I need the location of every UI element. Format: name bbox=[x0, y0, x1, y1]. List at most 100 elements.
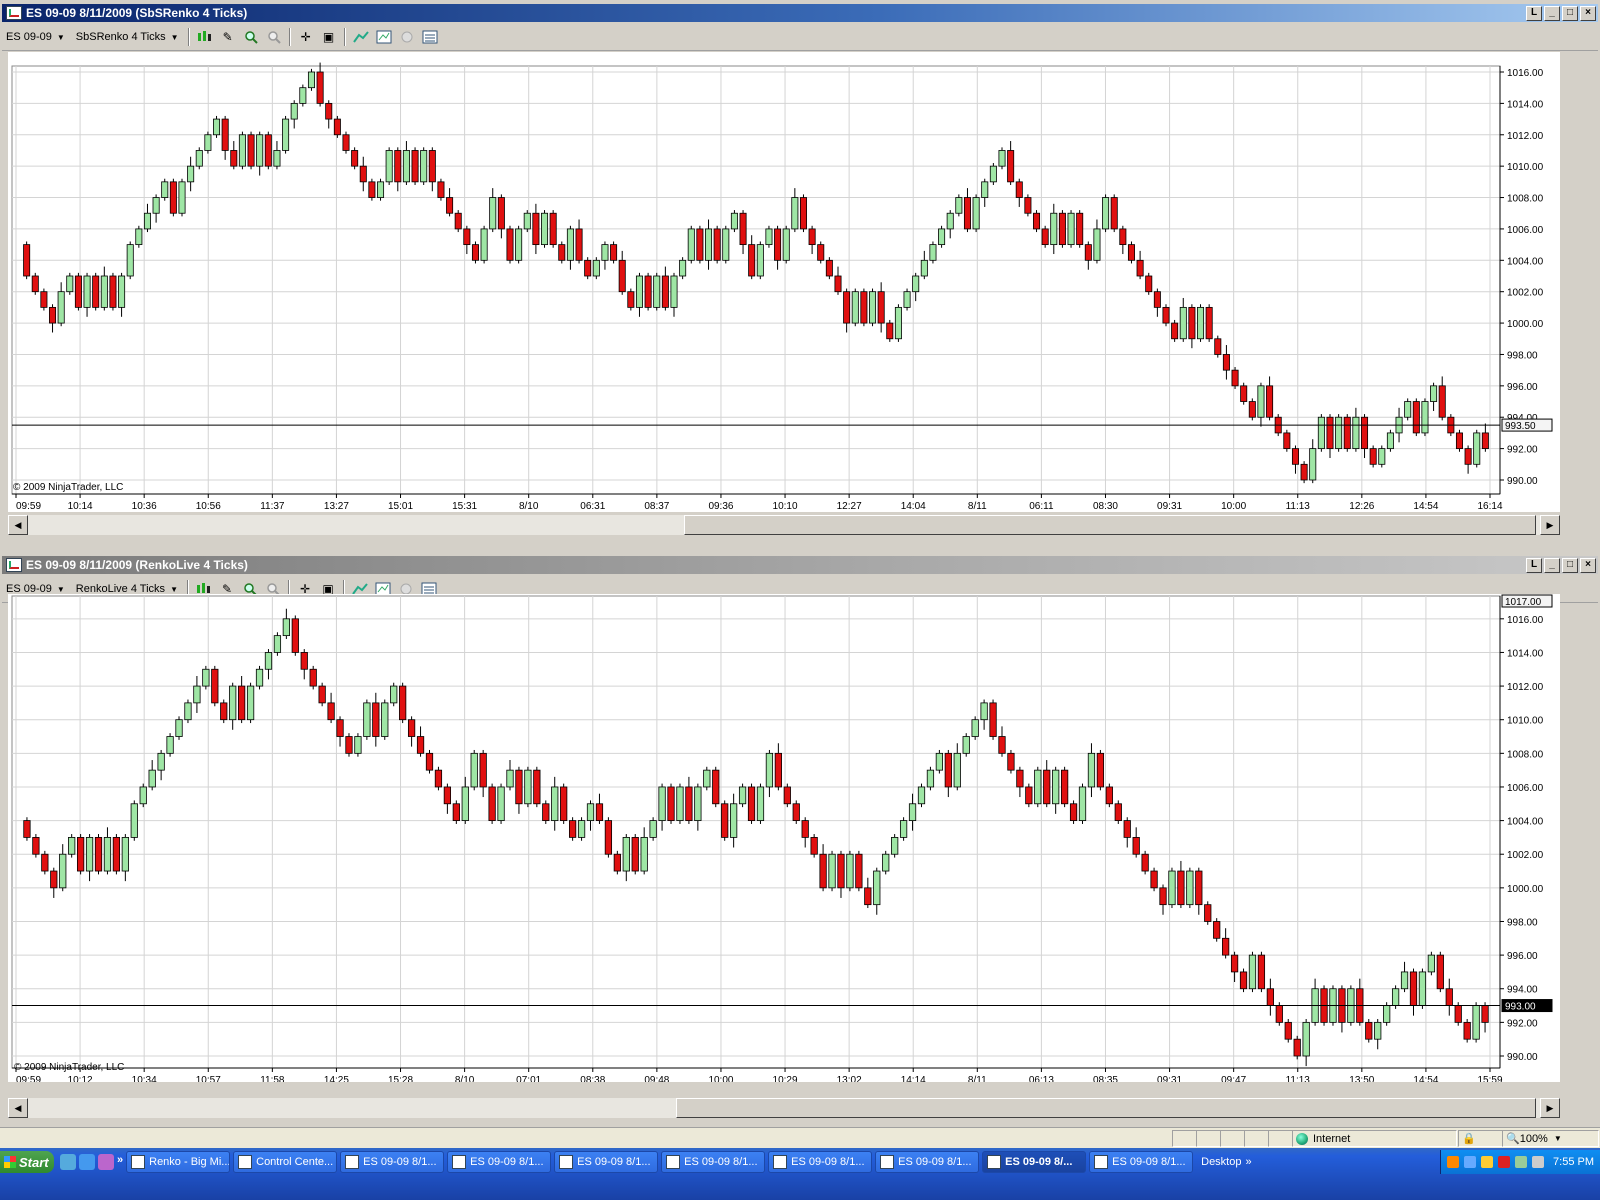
y-tick-label: 1014.00 bbox=[1507, 648, 1544, 659]
taskbar-button[interactable]: ES 09-09 8/1... bbox=[340, 1151, 445, 1173]
down-candle bbox=[1326, 414, 1334, 459]
up-candle bbox=[85, 834, 94, 882]
down-candle bbox=[1248, 398, 1256, 421]
title-bar[interactable]: ES 09-09 8/11/2009 (RenkoLive 4 Ticks) L… bbox=[2, 556, 1598, 574]
down-candle bbox=[532, 203, 540, 255]
data-box-icon[interactable] bbox=[420, 27, 440, 47]
minimize-button[interactable]: _ bbox=[1544, 5, 1560, 21]
ie-icon[interactable] bbox=[60, 1154, 76, 1170]
taskbar-button[interactable]: ES 09-09 8/1... bbox=[1089, 1151, 1194, 1173]
taskbar-button-active[interactable]: ES 09-09 8/... bbox=[982, 1151, 1087, 1173]
security-zone[interactable]: Internet bbox=[1292, 1130, 1457, 1147]
indicators-icon[interactable] bbox=[351, 27, 371, 47]
down-candle bbox=[211, 665, 219, 707]
properties-icon[interactable]: ▣ bbox=[319, 27, 339, 47]
candlestick-chart[interactable]: 1016.00 1014.00 1012.00 1010.00 1008.00 1006.… bbox=[8, 52, 1560, 512]
start-button[interactable]: Start bbox=[0, 1151, 54, 1173]
drawing-tool-icon[interactable]: ✎ bbox=[218, 27, 238, 47]
up-candle bbox=[515, 225, 523, 264]
strategies-icon[interactable] bbox=[374, 27, 394, 47]
window-title: ES 09-09 8/11/2009 (RenkoLive 4 Ticks) bbox=[26, 558, 248, 572]
taskbar-button[interactable]: ES 09-09 8/1... bbox=[875, 1151, 980, 1173]
top-price-tag: 1017.00 bbox=[1501, 594, 1553, 608]
disabled-circle-icon[interactable] bbox=[397, 27, 417, 47]
down-candle bbox=[49, 304, 57, 333]
chevron-down-icon: ▼ bbox=[170, 32, 179, 42]
taskbar-button[interactable]: ES 09-09 8/1... bbox=[554, 1151, 659, 1173]
tray-icon[interactable] bbox=[1498, 1156, 1511, 1168]
crosshair-icon[interactable]: ✛ bbox=[296, 27, 316, 47]
app-icon[interactable] bbox=[98, 1154, 114, 1170]
down-candle bbox=[783, 783, 791, 808]
up-candle bbox=[738, 783, 747, 808]
maximize-button[interactable]: □ bbox=[1562, 5, 1578, 21]
bartype-select[interactable]: SbSRenko 4 Ticks ▼ bbox=[72, 27, 183, 47]
taskbar-button[interactable]: Control Cente... bbox=[233, 1151, 338, 1173]
down-candle bbox=[454, 210, 462, 233]
up-candle bbox=[601, 241, 609, 270]
tray-icon[interactable] bbox=[1481, 1156, 1494, 1168]
x-tick-label: 8/10 bbox=[455, 1075, 475, 1082]
scroll-thumb[interactable] bbox=[684, 515, 1536, 535]
desktop-toolbar[interactable]: Desktop» bbox=[1201, 1156, 1251, 1168]
tray-icon[interactable] bbox=[1532, 1156, 1545, 1168]
horizontal-scrollbar[interactable]: ◀ ▶ bbox=[8, 515, 1560, 535]
down-candle bbox=[542, 800, 550, 824]
price-chart-panel[interactable]: 1016.00 1014.00 1012.00 1010.00 1008.00 1006.… bbox=[8, 594, 1560, 1082]
x-tick-label: 10:12 bbox=[68, 1075, 93, 1082]
clock[interactable]: 7:55 PM bbox=[1553, 1156, 1594, 1168]
down-candle bbox=[685, 776, 693, 824]
taskbar-button[interactable]: ES 09-09 8/1... bbox=[768, 1151, 873, 1173]
minimize-button[interactable]: _ bbox=[1544, 557, 1560, 573]
scroll-left-icon[interactable]: ◀ bbox=[8, 1098, 28, 1118]
windows-logo-icon bbox=[4, 1156, 16, 1168]
candlestick-chart[interactable]: 1016.00 1014.00 1012.00 1010.00 1008.00 1006.… bbox=[8, 594, 1560, 1082]
horizontal-scrollbar[interactable]: ◀ ▶ bbox=[8, 1098, 1560, 1118]
scroll-thumb[interactable] bbox=[676, 1098, 1536, 1118]
up-candle bbox=[935, 749, 944, 774]
tray-icon[interactable] bbox=[1447, 1156, 1460, 1168]
scroll-right-icon[interactable]: ▶ bbox=[1540, 515, 1560, 535]
link-button[interactable]: L bbox=[1526, 557, 1542, 573]
down-candle bbox=[318, 682, 326, 707]
y-tick-label: 1002.00 bbox=[1507, 850, 1544, 861]
x-tick-label: 14:54 bbox=[1413, 501, 1438, 512]
up-candle bbox=[130, 800, 138, 841]
up-candle bbox=[1473, 429, 1481, 468]
browser-icon[interactable] bbox=[79, 1154, 95, 1170]
scroll-left-icon[interactable]: ◀ bbox=[8, 515, 28, 535]
up-candle bbox=[722, 225, 730, 264]
close-button[interactable]: × bbox=[1580, 557, 1596, 573]
zoom-level[interactable]: 🔍 100% ▼ bbox=[1502, 1130, 1599, 1147]
maximize-button[interactable]: □ bbox=[1562, 557, 1578, 573]
up-candle bbox=[917, 783, 926, 808]
chart-window-renkolive[interactable]: ES 09-09 8/11/2009 (RenkoLive 4 Ticks) L… bbox=[0, 552, 1600, 1147]
title-bar[interactable]: ES 09-09 8/11/2009 (SbSRenko 4 Ticks) L … bbox=[2, 4, 1598, 22]
up-candle bbox=[828, 850, 836, 892]
chart-style-icon[interactable] bbox=[195, 27, 215, 47]
scroll-right-icon[interactable]: ▶ bbox=[1540, 1098, 1560, 1118]
zoom-in-icon[interactable] bbox=[241, 27, 261, 47]
up-candle bbox=[1378, 445, 1386, 468]
price-chart-panel[interactable]: 1016.00 1014.00 1012.00 1010.00 1008.00 1006.… bbox=[8, 52, 1560, 512]
x-tick-label: 8/11 bbox=[968, 1075, 987, 1082]
down-candle bbox=[1084, 241, 1092, 270]
link-button[interactable]: L bbox=[1526, 5, 1542, 21]
chevron-right-icon[interactable]: » bbox=[117, 1154, 123, 1170]
y-tick-label: 1010.00 bbox=[1507, 162, 1544, 173]
up-candle bbox=[166, 733, 174, 757]
taskbar-button[interactable]: ES 09-09 8/1... bbox=[447, 1151, 552, 1173]
up-candle bbox=[103, 827, 112, 875]
protected-mode[interactable]: 🔒 bbox=[1458, 1130, 1503, 1147]
taskbar-button[interactable]: Renko - Big Mi... bbox=[126, 1151, 231, 1173]
up-candle bbox=[1430, 382, 1438, 411]
instrument-select[interactable]: ES 09-09 ▼ bbox=[2, 27, 69, 47]
close-button[interactable]: × bbox=[1580, 5, 1596, 21]
down-candle bbox=[1007, 141, 1015, 185]
tray-icon[interactable] bbox=[1515, 1156, 1528, 1168]
tray-icon[interactable] bbox=[1464, 1156, 1477, 1168]
y-tick-label: 1012.00 bbox=[1507, 682, 1544, 693]
chart-window-sbsrenko[interactable]: ES 09-09 8/11/2009 (SbSRenko 4 Ticks) L … bbox=[0, 0, 1600, 552]
taskbar-button[interactable]: ES 09-09 8/1... bbox=[661, 1151, 766, 1173]
zoom-out-icon[interactable] bbox=[264, 27, 284, 47]
